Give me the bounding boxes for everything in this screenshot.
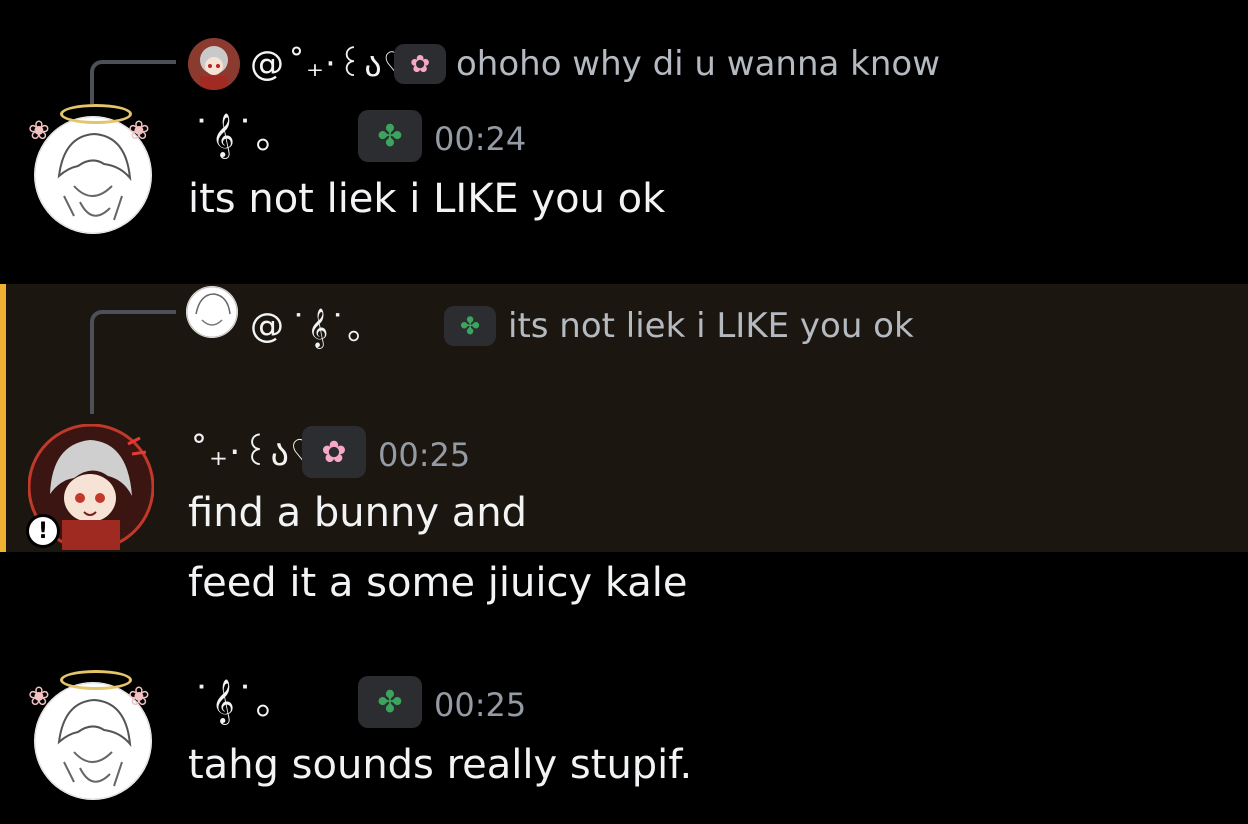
- reply-preview-text[interactable]: its not liek i LIKE you ok: [508, 306, 914, 346]
- halo-icon: [60, 104, 132, 124]
- message-text: its not liek i LIKE you ok: [188, 176, 666, 222]
- timestamp: 00:25: [378, 436, 471, 474]
- timestamp: 00:24: [434, 120, 527, 158]
- halo-icon: [60, 670, 132, 690]
- sakura-icon: ✿: [409, 50, 431, 78]
- reply-mention-at[interactable]: @: [250, 306, 284, 346]
- sakura-icon: ✿: [321, 434, 347, 470]
- reply-preview-text[interactable]: ohoho why di u wanna know: [456, 44, 940, 84]
- reply-avatar[interactable]: [188, 38, 240, 90]
- alert-icon: !: [26, 514, 60, 548]
- wing-left-icon: ❀: [28, 682, 50, 712]
- timestamp: 00:25: [434, 686, 527, 724]
- author-avatar[interactable]: ❀ ❀: [28, 104, 152, 234]
- reply-mention-at[interactable]: @: [250, 44, 284, 84]
- wing-right-icon: ❀: [128, 682, 150, 712]
- clover-icon: ✤: [459, 312, 481, 340]
- reply-role-tag: ✤: [444, 306, 496, 346]
- author-role-tag: ✤: [358, 676, 422, 728]
- author-avatar[interactable]: !: [26, 424, 154, 550]
- author-name[interactable]: ˙𝄞˙。: [192, 670, 294, 725]
- author-name[interactable]: ˙𝄞˙。: [192, 104, 294, 159]
- author-avatar[interactable]: ❀ ❀: [28, 670, 152, 800]
- message-text: tahg sounds really stupif.: [188, 742, 693, 788]
- message-text: find a bunny and: [188, 490, 527, 536]
- clover-icon: ✤: [377, 684, 403, 720]
- author-role-tag: ✿: [302, 426, 366, 478]
- author-role-tag: ✤: [358, 110, 422, 162]
- wing-left-icon: ❀: [28, 116, 50, 146]
- message-text: feed it a some jiuicy kale: [188, 560, 688, 606]
- reply-author-name[interactable]: ˙𝄞˙。: [290, 300, 382, 349]
- reply-connector: [90, 310, 176, 414]
- reply-role-tag: ✿: [394, 44, 446, 84]
- reply-connector: [90, 60, 176, 104]
- reply-avatar[interactable]: [186, 286, 238, 338]
- wing-right-icon: ❀: [128, 116, 150, 146]
- clover-icon: ✤: [377, 118, 403, 154]
